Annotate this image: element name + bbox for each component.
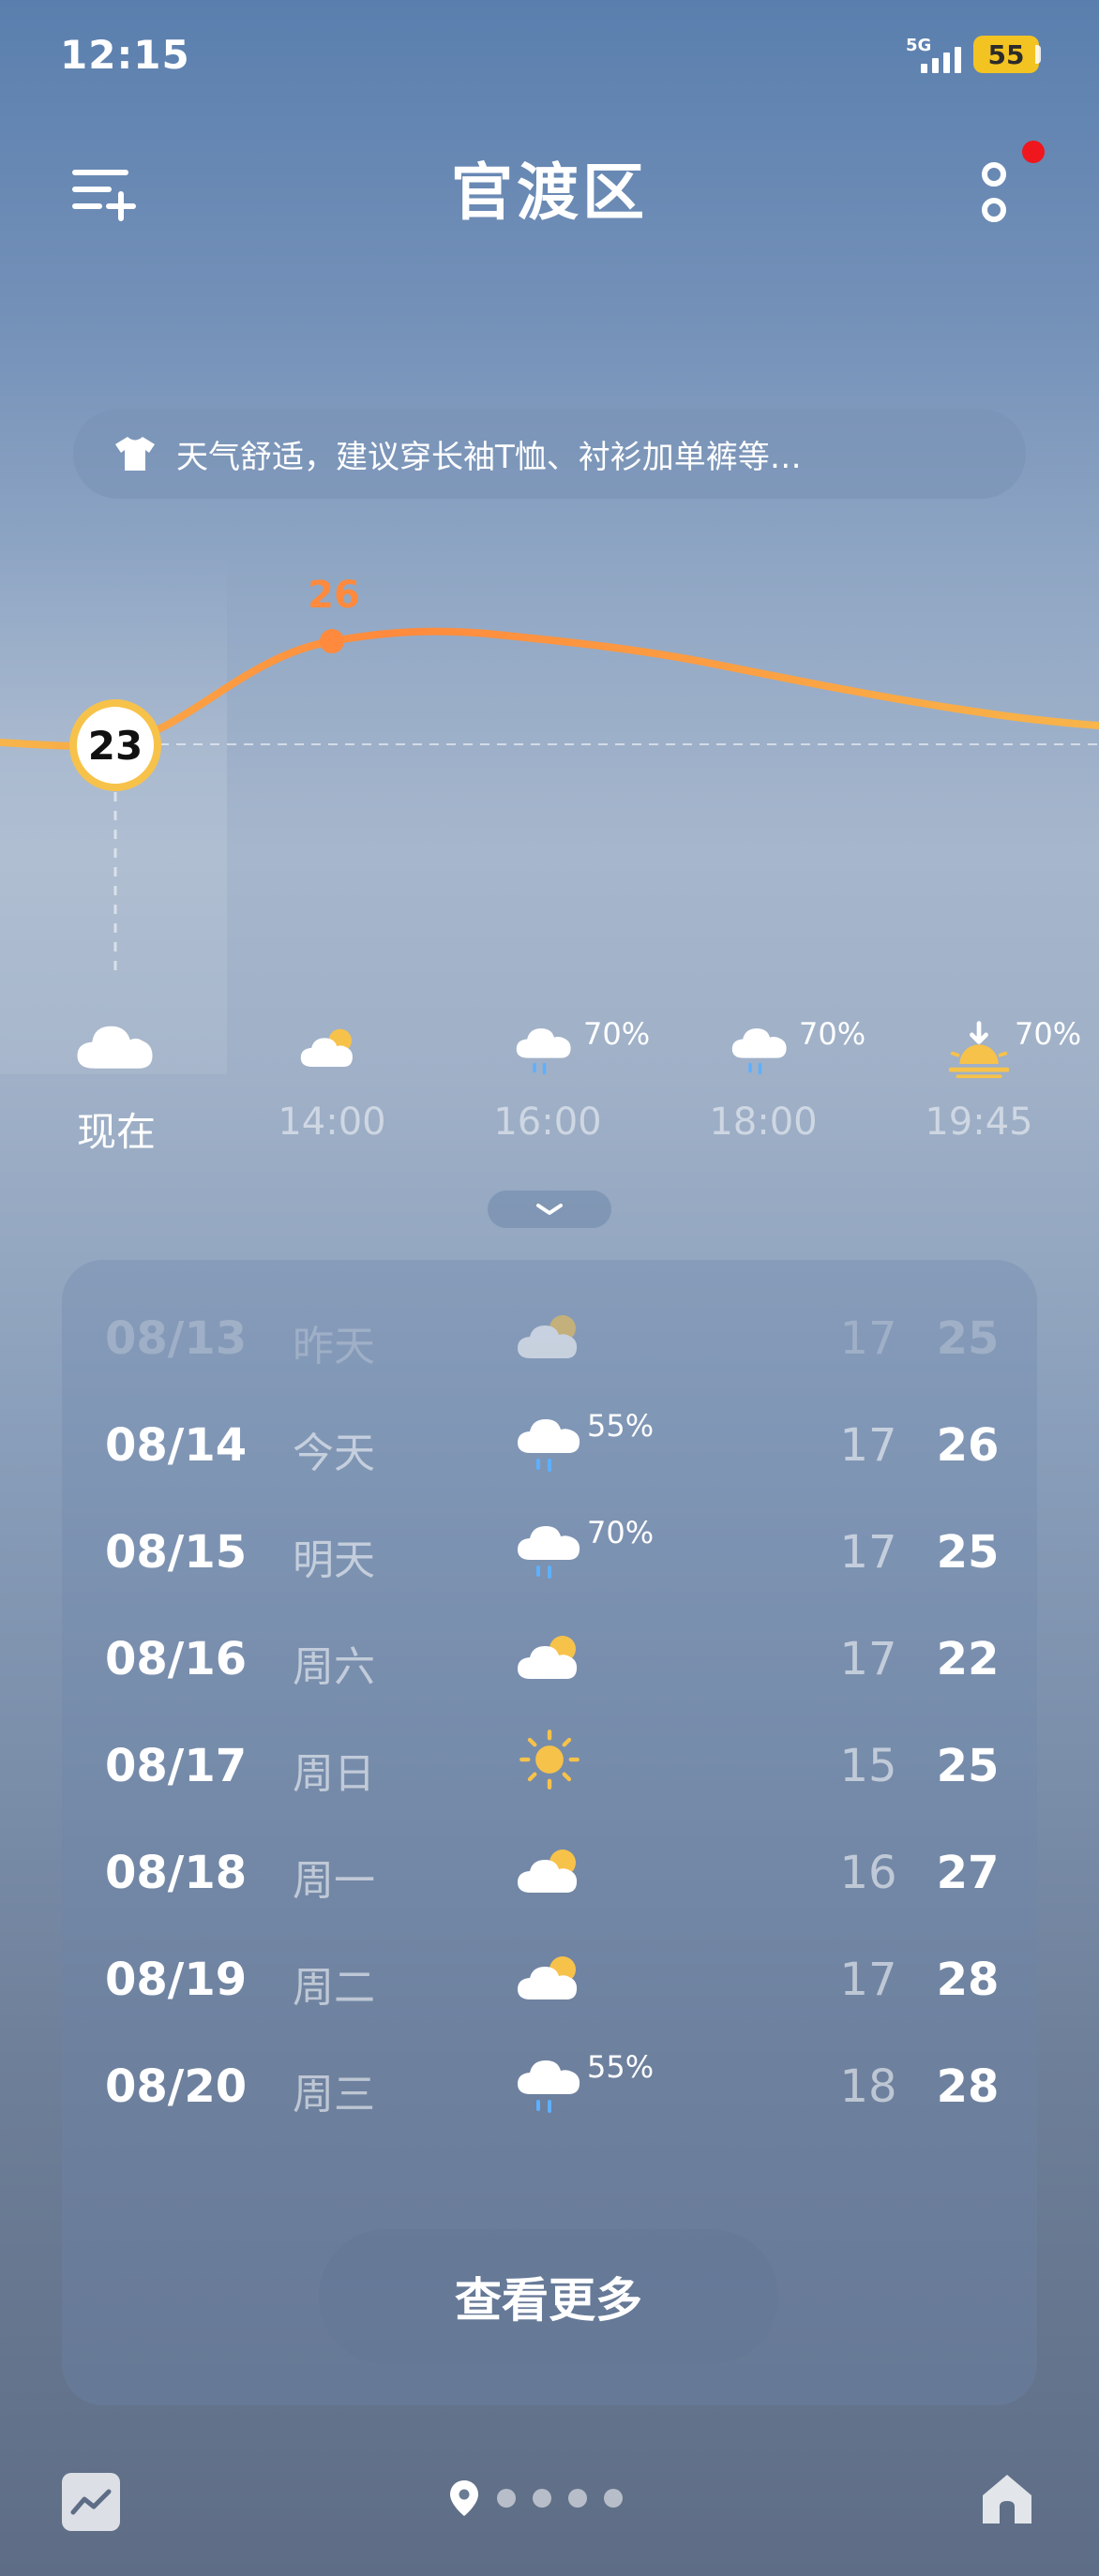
forecast-day: 周三 (293, 2071, 375, 2119)
precip-chance: 70% (1015, 1016, 1082, 1052)
forecast-day: 周二 (293, 1964, 375, 2012)
hourly-time-label: 现在 (76, 1109, 156, 1155)
battery-icon: 55 (973, 36, 1039, 73)
daily-row[interactable]: 08/18 周一 16 27 (62, 1837, 1037, 1912)
city-page-indicator[interactable] (448, 2479, 623, 2518)
forecast-date: 08/18 (105, 1847, 248, 1899)
daily-row[interactable]: 08/17 周日 15 25 (62, 1730, 1037, 1805)
partly-cloudy-icon (516, 1837, 591, 1903)
forecast-high: 25 (936, 1526, 1000, 1579)
forecast-low: 15 (839, 1740, 897, 1792)
peak-temp-point (320, 629, 344, 653)
sunset-icon (943, 1018, 1015, 1080)
forecast-low: 17 (839, 1526, 897, 1579)
hourly-item[interactable]: 70% 19:45 (904, 1012, 1081, 1144)
cloudy-icon (73, 1012, 158, 1078)
peak-temp-label: 26 (308, 574, 360, 617)
hourly-time-label: 18:00 (709, 1101, 818, 1144)
status-time: 12:15 (60, 32, 190, 78)
forecast-low: 17 (839, 1954, 897, 2006)
forecast-high: 25 (936, 1740, 1000, 1792)
forecast-high: 28 (936, 1954, 1000, 2006)
current-temp-badge: 23 (69, 699, 161, 791)
precip-chance: 55% (587, 1408, 655, 1444)
trend-button[interactable] (62, 2473, 120, 2531)
page-dot (568, 2489, 587, 2508)
daily-row[interactable]: 08/15 明天 70% 17 25 (62, 1515, 1037, 1592)
rain-icon (516, 1410, 591, 1475)
sunny-icon (512, 1727, 587, 1792)
daily-row[interactable]: 08/16 周六 17 22 (62, 1624, 1037, 1699)
forecast-high: 26 (936, 1419, 1000, 1472)
forecast-date: 08/13 (105, 1312, 248, 1365)
page-dot (533, 2489, 551, 2508)
partly-cloudy-icon (516, 1624, 591, 1689)
hourly-temperature-chart (0, 627, 1099, 975)
precip-chance: 55% (587, 2049, 655, 2085)
partly-cloudy-icon (516, 1944, 591, 2010)
daily-row[interactable]: 08/13 昨天 17 25 (62, 1303, 1037, 1378)
forecast-high: 27 (936, 1847, 1000, 1899)
home-button[interactable] (975, 2467, 1039, 2531)
hourly-item[interactable]: 70% 16:00 (473, 1012, 650, 1144)
chevron-down-icon (536, 1204, 563, 1215)
clothing-tip[interactable]: 天气舒适，建议穿长袖T恤、衬衫加单裤等… (73, 409, 1026, 499)
hourly-time-label: 16:00 (493, 1101, 602, 1144)
precip-chance: 70% (583, 1016, 651, 1052)
signal-icon (921, 41, 961, 73)
partly-cloudy-icon (299, 1022, 365, 1072)
more-options-button[interactable] (971, 156, 1016, 231)
daily-row[interactable]: 08/14 今天 55% 17 26 (62, 1408, 1037, 1485)
hourly-item[interactable]: 14:00 (257, 1012, 407, 1144)
temperature-curve (0, 627, 1099, 750)
forecast-low: 18 (839, 2060, 897, 2113)
home-icon (983, 2475, 1031, 2524)
forecast-date: 08/14 (105, 1419, 248, 1472)
hourly-time-label: 19:45 (925, 1101, 1033, 1144)
tip-text: 天气舒适，建议穿长袖T恤、衬衫加单裤等… (176, 438, 802, 476)
rain-icon (730, 1020, 796, 1078)
hourly-item-now[interactable]: 现在 (41, 1012, 191, 1158)
daily-row[interactable]: 08/19 周二 17 28 (62, 1944, 1037, 2019)
hourly-item[interactable]: 70% 18:00 (688, 1012, 866, 1144)
forecast-date: 08/19 (105, 1954, 248, 2006)
forecast-high: 22 (936, 1633, 1000, 1685)
rain-icon (516, 1517, 591, 1582)
hourly-time-label: 14:00 (278, 1101, 386, 1144)
forecast-date: 08/20 (105, 2060, 248, 2113)
tshirt-icon (115, 437, 155, 471)
trend-chart-icon (70, 2489, 112, 2515)
daily-row[interactable]: 08/20 周三 55% 18 28 (62, 2049, 1037, 2126)
forecast-high: 25 (936, 1312, 1000, 1365)
rain-icon (515, 1020, 580, 1078)
forecast-day: 昨天 (293, 1323, 375, 1370)
page-dot (604, 2489, 623, 2508)
forecast-day: 周六 (293, 1643, 375, 1691)
forecast-day: 周日 (293, 1750, 375, 1798)
more-dots-icon (982, 162, 1006, 222)
notification-dot (1022, 141, 1045, 163)
precip-chance: 70% (587, 1515, 655, 1550)
page-dot (497, 2489, 516, 2508)
forecast-high: 28 (936, 2060, 1000, 2113)
rain-icon (516, 2051, 591, 2117)
forecast-low: 17 (839, 1312, 897, 1365)
forecast-date: 08/17 (105, 1740, 248, 1792)
forecast-date: 08/16 (105, 1633, 248, 1685)
forecast-date: 08/15 (105, 1526, 248, 1579)
forecast-day: 今天 (293, 1430, 375, 1477)
see-more-button[interactable]: 查看更多 (319, 2229, 778, 2364)
page-title: 官渡区 (451, 157, 648, 229)
expand-toggle-button[interactable] (488, 1191, 611, 1228)
forecast-low: 17 (839, 1419, 897, 1472)
forecast-low: 17 (839, 1633, 897, 1685)
forecast-low: 16 (839, 1847, 897, 1899)
battery-cap (1035, 45, 1041, 64)
partly-cloudy-icon (516, 1303, 591, 1369)
location-pin-icon (450, 2480, 478, 2516)
precip-chance: 70% (799, 1016, 866, 1052)
forecast-day: 周一 (293, 1857, 375, 1905)
forecast-day: 明天 (293, 1536, 375, 1584)
